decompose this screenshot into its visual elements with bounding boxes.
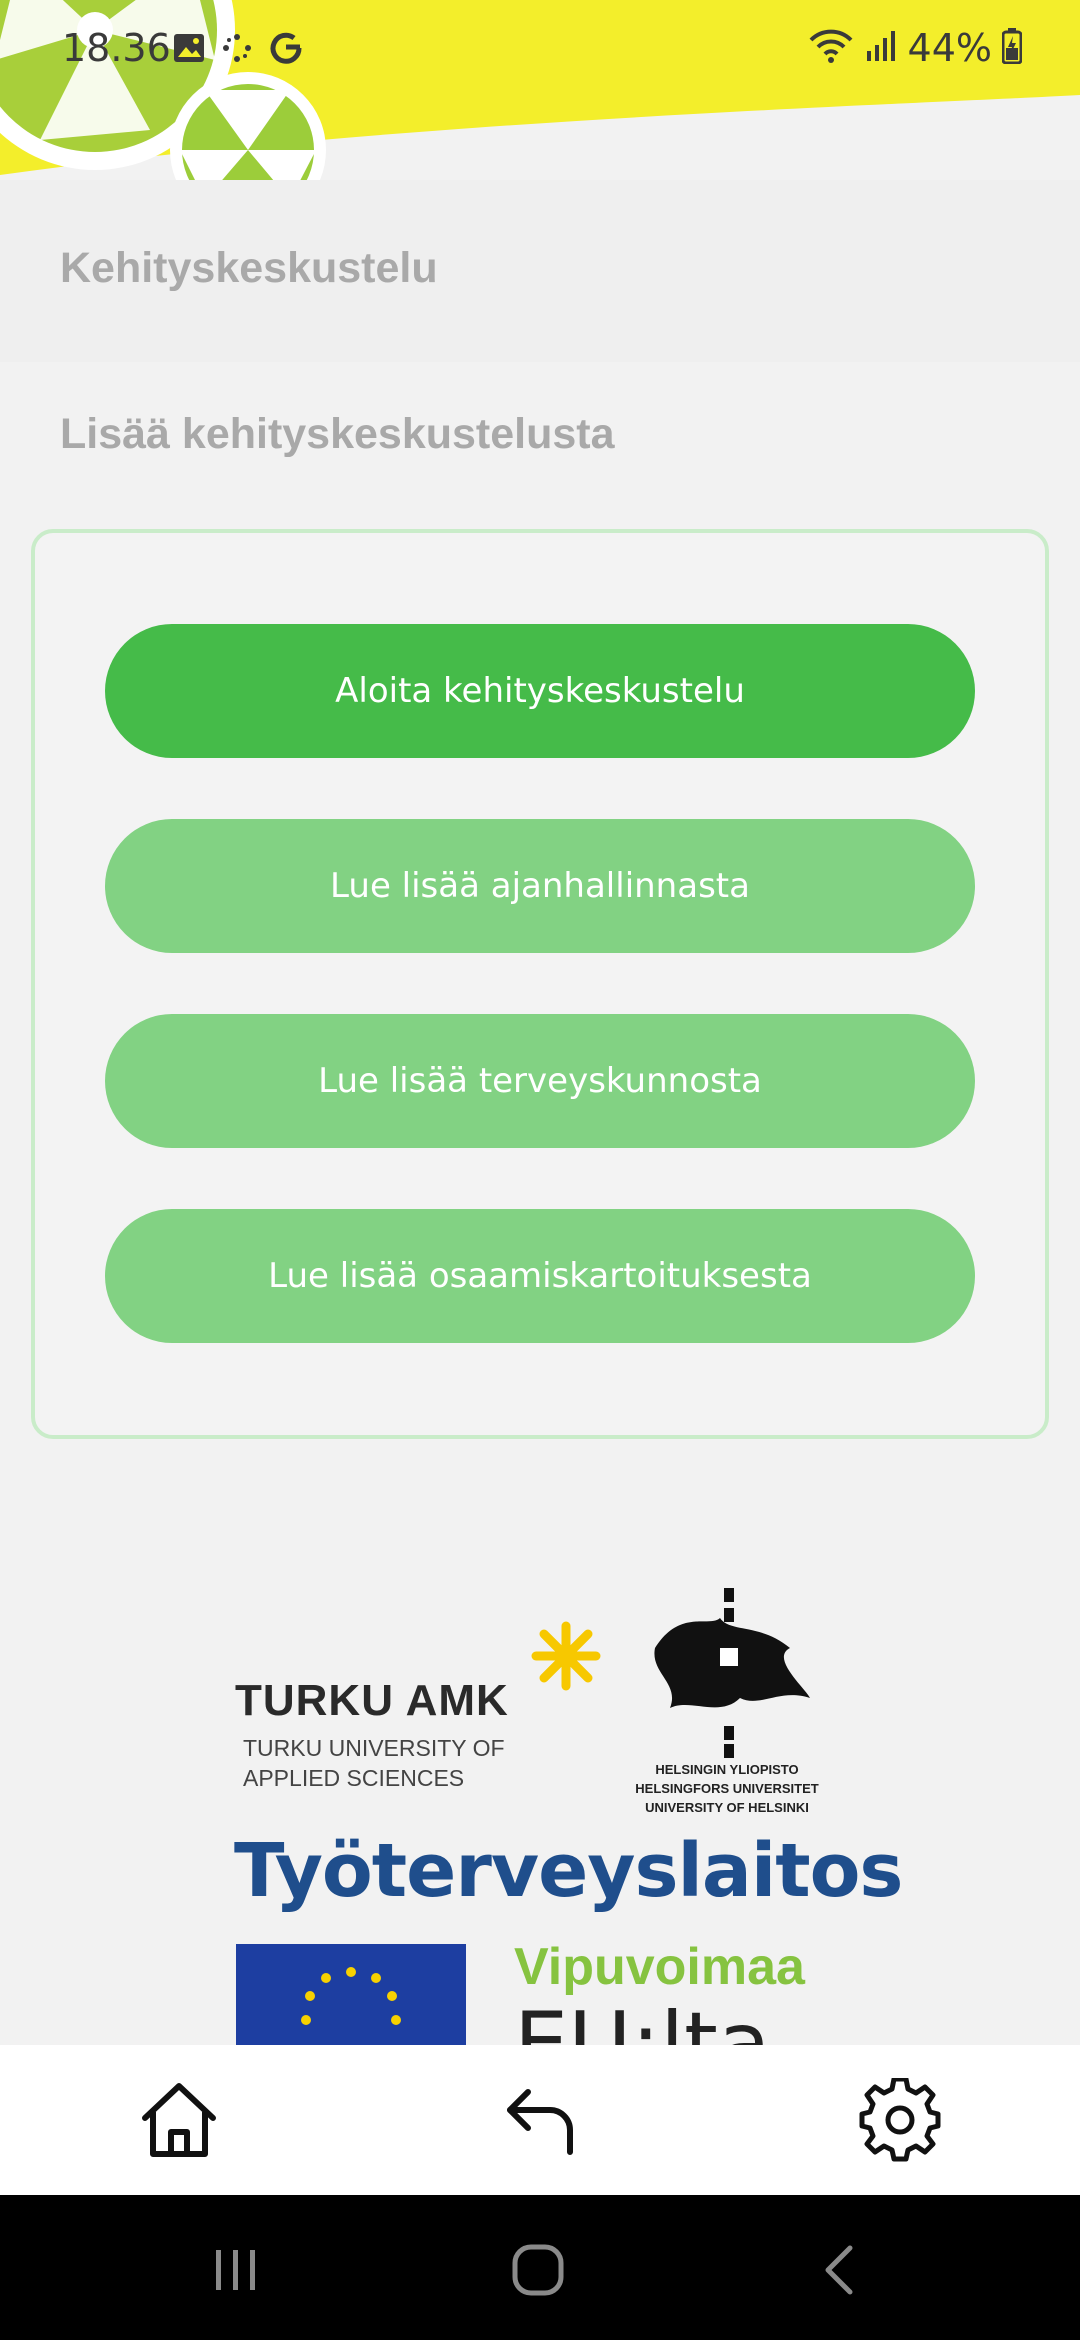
google-icon bbox=[268, 30, 304, 71]
home-icon bbox=[142, 2083, 216, 2157]
page-title: Kehityskeskustelu bbox=[60, 244, 438, 292]
home-circle-icon bbox=[512, 2244, 564, 2296]
turku-amk-name: TURKU AMK bbox=[235, 1676, 509, 1725]
helsinki-university-name: HELSINGIN YLIOPISTO HELSINGFORS UNIVERSI… bbox=[635, 1762, 819, 1815]
battery-icon bbox=[1001, 27, 1023, 69]
eu-lta-text: EU:lta bbox=[514, 1994, 771, 2045]
status-time: 18.36 bbox=[62, 26, 171, 70]
time-management-button[interactable]: Lue lisää ajanhallinnasta bbox=[105, 819, 975, 953]
vipuvoimaa-text: Vipuvoimaa bbox=[514, 1938, 805, 1996]
eu-flag bbox=[236, 1944, 466, 2045]
bottom-navigation bbox=[0, 2045, 1080, 2195]
image-icon bbox=[172, 31, 206, 70]
status-icons-right: 44% bbox=[808, 26, 1023, 71]
turku-star-icon bbox=[531, 1621, 601, 1691]
status-icons-left bbox=[172, 30, 304, 70]
helsinki-university-emblem bbox=[654, 1588, 810, 1758]
start-discussion-button[interactable]: Aloita kehityskeskustelu bbox=[105, 624, 975, 758]
settings-button[interactable] bbox=[850, 2070, 950, 2170]
settings-icon bbox=[859, 2078, 941, 2162]
sparkle-icon bbox=[220, 31, 254, 70]
section-title: Lisää kehityskeskustelusta bbox=[60, 410, 615, 458]
home-button[interactable] bbox=[129, 2070, 229, 2170]
skills-mapping-button[interactable]: Lue lisää osaamiskartoituksesta bbox=[105, 1209, 975, 1343]
back-arrow-icon bbox=[507, 2089, 573, 2155]
signal-icon bbox=[864, 29, 898, 68]
battery-percent: 44% bbox=[907, 26, 992, 70]
system-back-button[interactable] bbox=[800, 2235, 880, 2305]
wifi-icon bbox=[808, 26, 854, 71]
system-navigation-bar bbox=[0, 2195, 1080, 2340]
recents-icon bbox=[216, 2250, 255, 2290]
status-bar: 18.36 44% bbox=[0, 0, 1080, 100]
back-button[interactable] bbox=[490, 2070, 590, 2170]
health-fitness-button[interactable]: Lue lisää terveyskunnosta bbox=[105, 1014, 975, 1148]
system-home-button[interactable] bbox=[498, 2235, 578, 2305]
partner-logos: TURKU AMK TURKU UNIVERSITY OF APPLIED SC… bbox=[0, 1580, 1080, 2045]
recents-button[interactable] bbox=[196, 2235, 276, 2305]
chevron-left-icon bbox=[825, 2245, 853, 2295]
turku-amk-subtitle: TURKU UNIVERSITY OF APPLIED SCIENCES bbox=[243, 1735, 505, 1791]
tyoterveyslaitos-logo: Työterveyslaitos bbox=[234, 1828, 903, 1914]
